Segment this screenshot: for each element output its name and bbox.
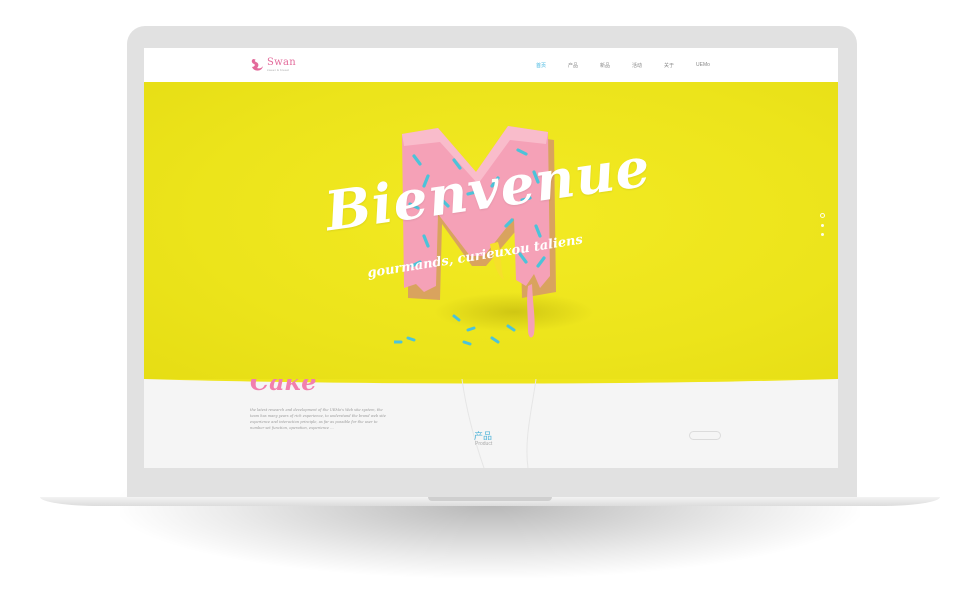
logo-name: Swan — [267, 56, 297, 68]
pager-dot-1[interactable] — [820, 213, 825, 218]
nav-item-about[interactable]: 关于 — [664, 62, 696, 69]
site-logo[interactable]: Swan sweet & bread — [250, 54, 296, 76]
nav-item-new[interactable]: 新品 — [600, 62, 632, 69]
nav-item-uemo[interactable]: UEMo — [696, 62, 728, 68]
pager-dot-3[interactable] — [821, 233, 824, 236]
cake-heading: Cake — [250, 379, 317, 396]
nav-item-products[interactable]: 产品 — [568, 62, 600, 69]
main-nav: 首页 产品 新品 活动 关于 UEMo — [536, 48, 728, 82]
nav-item-home[interactable]: 首页 — [536, 62, 568, 69]
section-divider-curve — [144, 379, 838, 468]
pager-dot-2[interactable] — [821, 224, 824, 227]
hero-banner: Bienvenue gourmands, curieuxou taliens — [144, 82, 838, 379]
slide-pager — [820, 213, 825, 242]
product-subtitle: Product — [475, 441, 493, 447]
logo-tagline: sweet & bread — [267, 67, 289, 72]
product-section: Cake the latest research and development… — [144, 379, 838, 468]
laptop-notch — [428, 497, 552, 501]
laptop-screen: Swan sweet & bread 首页 产品 新品 活动 关于 UEMo B… — [144, 48, 838, 468]
swan-icon — [251, 59, 263, 71]
nav-item-events[interactable]: 活动 — [632, 62, 664, 69]
site-header: Swan sweet & bread 首页 产品 新品 活动 关于 UEMo — [144, 48, 838, 83]
more-button[interactable] — [689, 431, 721, 440]
cake-description: the latest research and development of t… — [250, 408, 386, 430]
